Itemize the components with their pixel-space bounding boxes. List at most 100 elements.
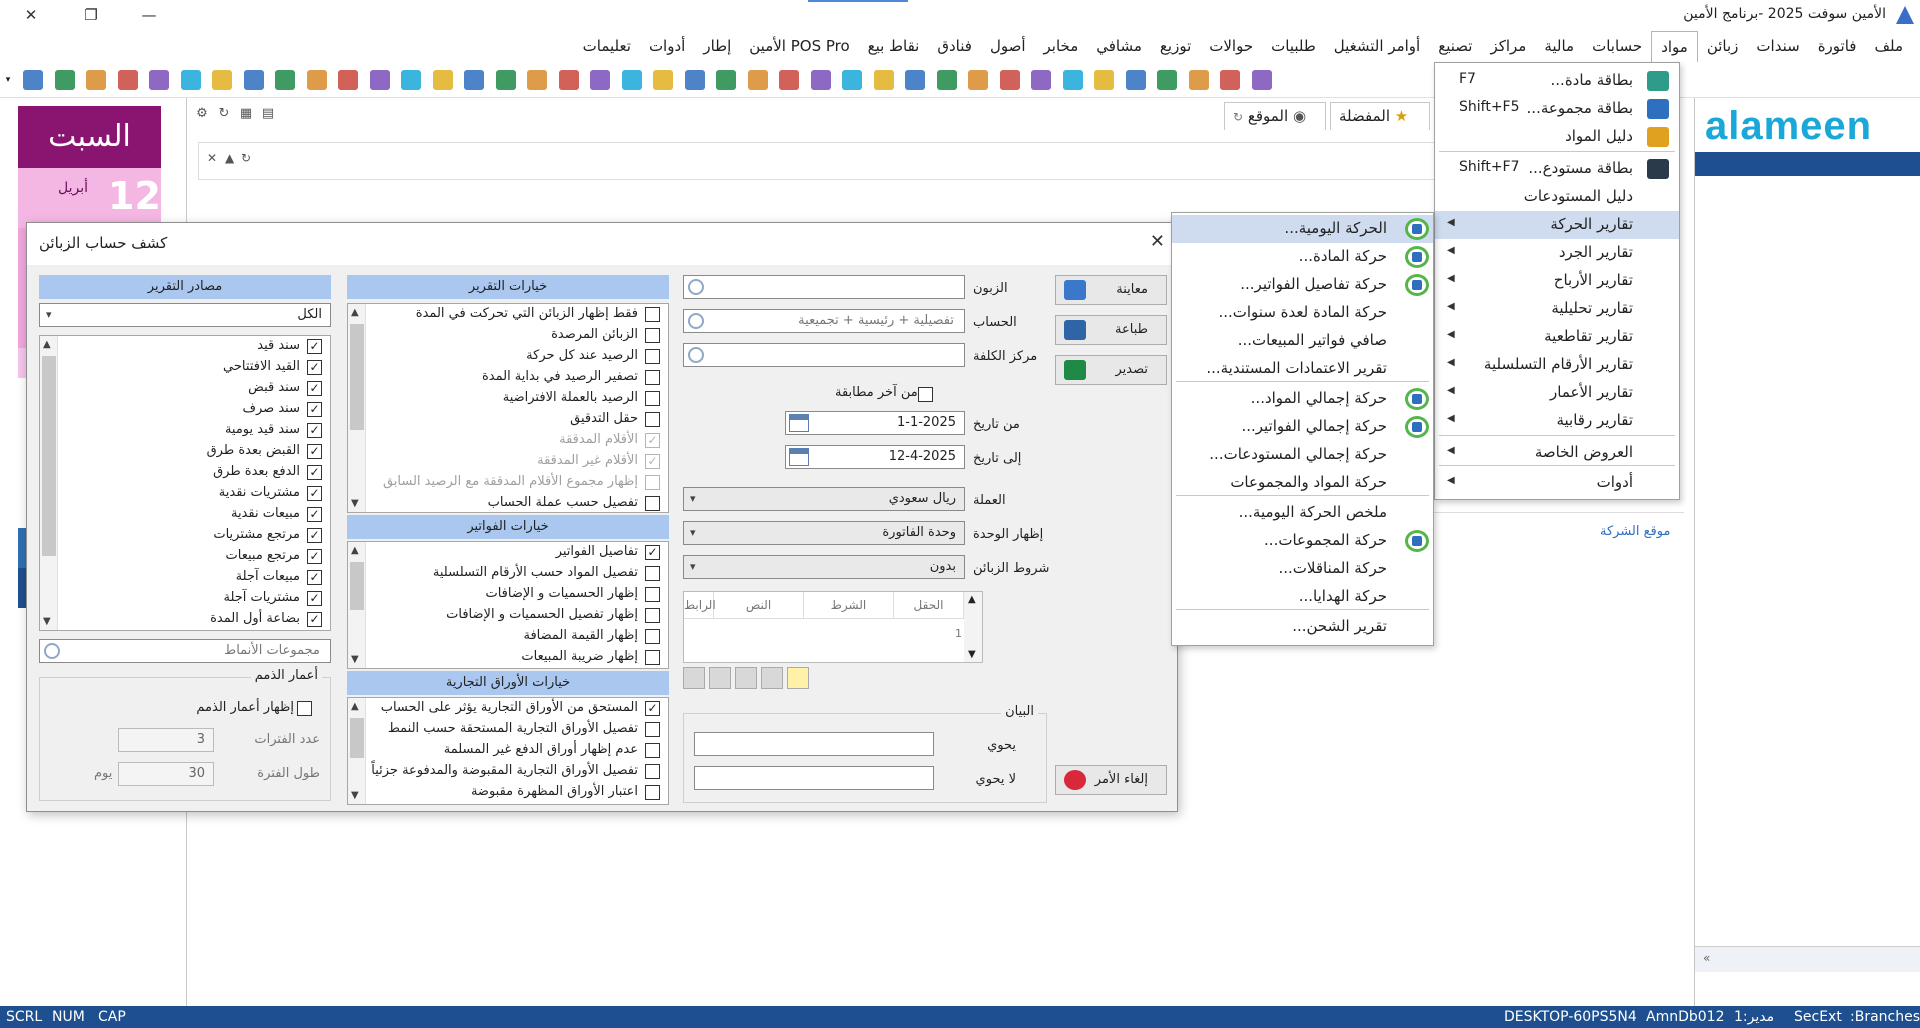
grid-new-button[interactable] [787, 667, 809, 689]
card-icon[interactable] [430, 67, 456, 93]
search-icon[interactable] [688, 347, 704, 363]
user-folder-icon[interactable] [272, 67, 298, 93]
shield-user-icon[interactable] [367, 67, 393, 93]
star-icon[interactable] [776, 67, 802, 93]
shield-icon[interactable] [335, 67, 361, 93]
search-icon[interactable] [688, 279, 704, 295]
checkbox[interactable] [645, 307, 660, 322]
search-icon[interactable] [44, 643, 60, 659]
barcode-icon[interactable] [587, 67, 613, 93]
checkbox[interactable] [645, 743, 660, 758]
company-site-link[interactable]: موقع الشركة [1600, 524, 1670, 539]
submenu-item[interactable]: حركة إجمالي المستودعات... [1172, 441, 1433, 469]
contains-field[interactable] [694, 732, 934, 756]
scale-icon[interactable] [1123, 67, 1149, 93]
menu-item[interactable]: العروض الخاصة ◀ [1435, 439, 1679, 467]
submenu-item[interactable]: حركة الهدايا... [1172, 583, 1433, 611]
menu-item[interactable]: دليل المستودعات [1435, 183, 1679, 211]
calculator2-icon[interactable] [1186, 67, 1212, 93]
list-item[interactable]: سند قبض ✓ [40, 378, 330, 399]
chevrons-icon[interactable]: « [1703, 951, 1710, 965]
menu-item[interactable]: بطاقة مجموعة... Shift+F5 [1435, 95, 1679, 123]
list-item[interactable]: الرصيد بالعملة الافتراضية [348, 388, 668, 409]
menu-item[interactable]: تقارير رقابية ◀ [1435, 407, 1679, 435]
note-list-icon[interactable] [1060, 67, 1086, 93]
customer-field[interactable] [683, 275, 965, 299]
grid-icon[interactable] [619, 67, 645, 93]
list-item[interactable]: إظهار مجموع الأقلام المدققة مع الرصيد ال… [348, 472, 668, 493]
submenu-item[interactable]: حركة المادة... [1172, 243, 1433, 271]
checkbox[interactable]: ✓ [645, 454, 660, 469]
list-item[interactable]: القبض بعدة طرق ✓ [40, 441, 330, 462]
checkbox[interactable] [645, 496, 660, 511]
menu-item[interactable]: تقارير تقاطعية ◀ [1435, 323, 1679, 351]
list-item[interactable]: تصفير الرصيد في بداية المدة [348, 367, 668, 388]
cycle-icon[interactable] [1028, 67, 1054, 93]
aging-show-checkbox[interactable] [297, 701, 312, 716]
grid-refresh-button[interactable] [683, 667, 705, 689]
grid-row[interactable]: 1 [684, 618, 964, 648]
list-item[interactable]: تفصيل الأوراق التجارية المقبوضة والمدفوع… [348, 761, 668, 782]
submenu-item[interactable]: صافي فواتير المبيعات... [1172, 327, 1433, 355]
list-item[interactable]: إظهار القيمة المضافة [348, 626, 668, 647]
menu-item[interactable]: أدوات [640, 31, 694, 61]
list-item[interactable]: مرتجع مبيعات ✓ [40, 546, 330, 567]
checkbox[interactable] [645, 785, 660, 800]
note-icon[interactable] [650, 67, 676, 93]
list-item[interactable]: تفاصيل الفواتير ✓ [348, 542, 668, 563]
export-icon[interactable] [178, 67, 204, 93]
list-item[interactable]: فقط إظهار الزبائن التي تحركت في المدة [348, 304, 668, 325]
refresh-icon[interactable]: ↻ [216, 106, 232, 122]
checkbox[interactable]: ✓ [307, 591, 322, 606]
menu-item[interactable]: تقارير تحليلية ◀ [1435, 295, 1679, 323]
restore-icon[interactable]: ❐ [68, 0, 114, 30]
checkbox[interactable] [645, 370, 660, 385]
list-item[interactable]: الدفع بعدة طرق ✓ [40, 462, 330, 483]
menu-item[interactable]: حوالات [1200, 31, 1262, 61]
menu-item[interactable]: أدوات ◀ [1435, 469, 1679, 497]
map-icon[interactable] [934, 67, 960, 93]
menu-item[interactable]: تقارير الأرباح ◀ [1435, 267, 1679, 295]
not-contains-field[interactable] [694, 766, 934, 790]
list-item[interactable]: إظهار ضريبة المبيعات [348, 647, 668, 668]
checkbox[interactable]: ✓ [307, 486, 322, 501]
search-icon[interactable] [688, 313, 704, 329]
calendar-icon[interactable] [789, 414, 809, 432]
folder-icon[interactable] [146, 67, 172, 93]
submenu-item[interactable]: حركة المواد والمجموعات [1172, 469, 1433, 497]
menu-item[interactable]: بطاقة مستودع... Shift+F7 [1435, 155, 1679, 183]
from-date-field[interactable]: 1-1-2025 [785, 411, 965, 435]
menu-item[interactable]: ملف [1865, 31, 1912, 61]
submenu-item[interactable]: حركة تفاصيل الفواتير... [1172, 271, 1433, 299]
checkbox[interactable]: ✓ [307, 570, 322, 585]
checkbox[interactable]: ✓ [307, 423, 322, 438]
checkbox[interactable]: ✓ [307, 507, 322, 522]
account-field[interactable]: تفصيلية + رئيسية + تجميعية [683, 309, 965, 333]
document2-icon[interactable] [1217, 67, 1243, 93]
list-item[interactable]: تفصيل المواد حسب الأرقام التسلسلية [348, 563, 668, 584]
checkbox[interactable]: ✓ [307, 528, 322, 543]
grid-delete-button[interactable] [735, 667, 757, 689]
tab-favorites[interactable]: المفضلة ★ [1330, 102, 1430, 130]
checkbox[interactable] [645, 412, 660, 427]
list-item[interactable]: القيد الافتتاحي ✓ [40, 357, 330, 378]
list-item[interactable]: إظهار الحسميات و الإضافات [348, 584, 668, 605]
submenu-item[interactable]: ملخص الحركة اليومية... [1172, 499, 1433, 527]
sources-combo[interactable]: الكل ▾ [39, 303, 331, 327]
checkbox[interactable]: ✓ [645, 433, 660, 448]
list-item[interactable]: سند قيد ✓ [40, 336, 330, 357]
check-icon[interactable] [493, 67, 519, 93]
checkbox[interactable] [645, 629, 660, 644]
list-item[interactable]: بضاعة أول المدة ✓ [40, 609, 330, 630]
checkbox[interactable] [645, 722, 660, 737]
menu-item[interactable]: نقاط بيع [859, 31, 929, 61]
menu-item[interactable]: تقارير الأرقام التسلسلية ◀ [1435, 351, 1679, 379]
calculator-icon[interactable] [52, 67, 78, 93]
preview-button[interactable]: معاينة [1055, 275, 1167, 305]
period-length-field[interactable]: 30 [118, 762, 214, 786]
checkbox[interactable] [645, 650, 660, 665]
settings-icon[interactable]: ⚙ [194, 106, 210, 122]
checkbox[interactable]: ✓ [307, 549, 322, 564]
pie-icon[interactable] [839, 67, 865, 93]
close-icon[interactable]: ✕ [207, 151, 217, 165]
